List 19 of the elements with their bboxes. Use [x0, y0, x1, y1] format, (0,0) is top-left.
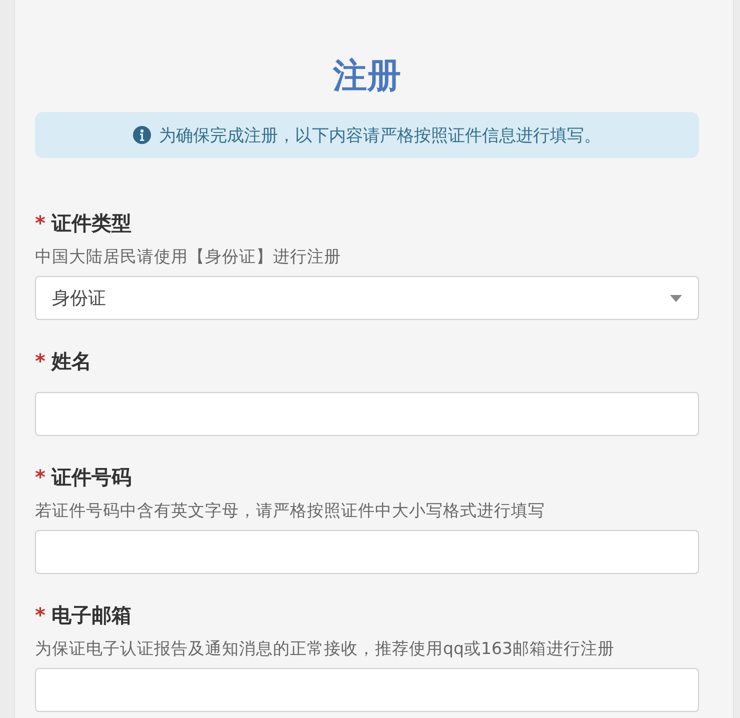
input-field[interactable]	[35, 392, 699, 436]
input-field[interactable]	[35, 668, 699, 712]
required-mark: *	[35, 349, 46, 373]
caret-icon	[670, 294, 682, 302]
required-mark: *	[35, 603, 46, 627]
info-icon	[133, 126, 151, 144]
field-hint: 若证件号码中含有英文字母，请严格按照证件中大小写格式进行填写	[35, 500, 546, 522]
field-label: 电子邮箱	[51, 602, 132, 628]
required-mark: *	[35, 465, 46, 489]
required-mark: *	[35, 211, 46, 235]
field-label: 姓名	[51, 348, 92, 374]
field-hint: 为保证电子认证报告及通知消息的正常接收，推荐使用qq或163邮箱进行注册	[35, 638, 616, 660]
page-title: 注册	[332, 55, 402, 98]
notice-text: 为确保完成注册，以下内容请严格按照证件信息进行填写。	[159, 124, 601, 146]
field-label: 证件类型	[51, 210, 132, 236]
input-field[interactable]	[35, 530, 699, 574]
field-label: 证件号码	[51, 464, 132, 490]
select-field[interactable]: 身份证	[35, 276, 699, 320]
field-hint: 中国大陆居民请使用【身份证】进行注册	[35, 246, 342, 268]
